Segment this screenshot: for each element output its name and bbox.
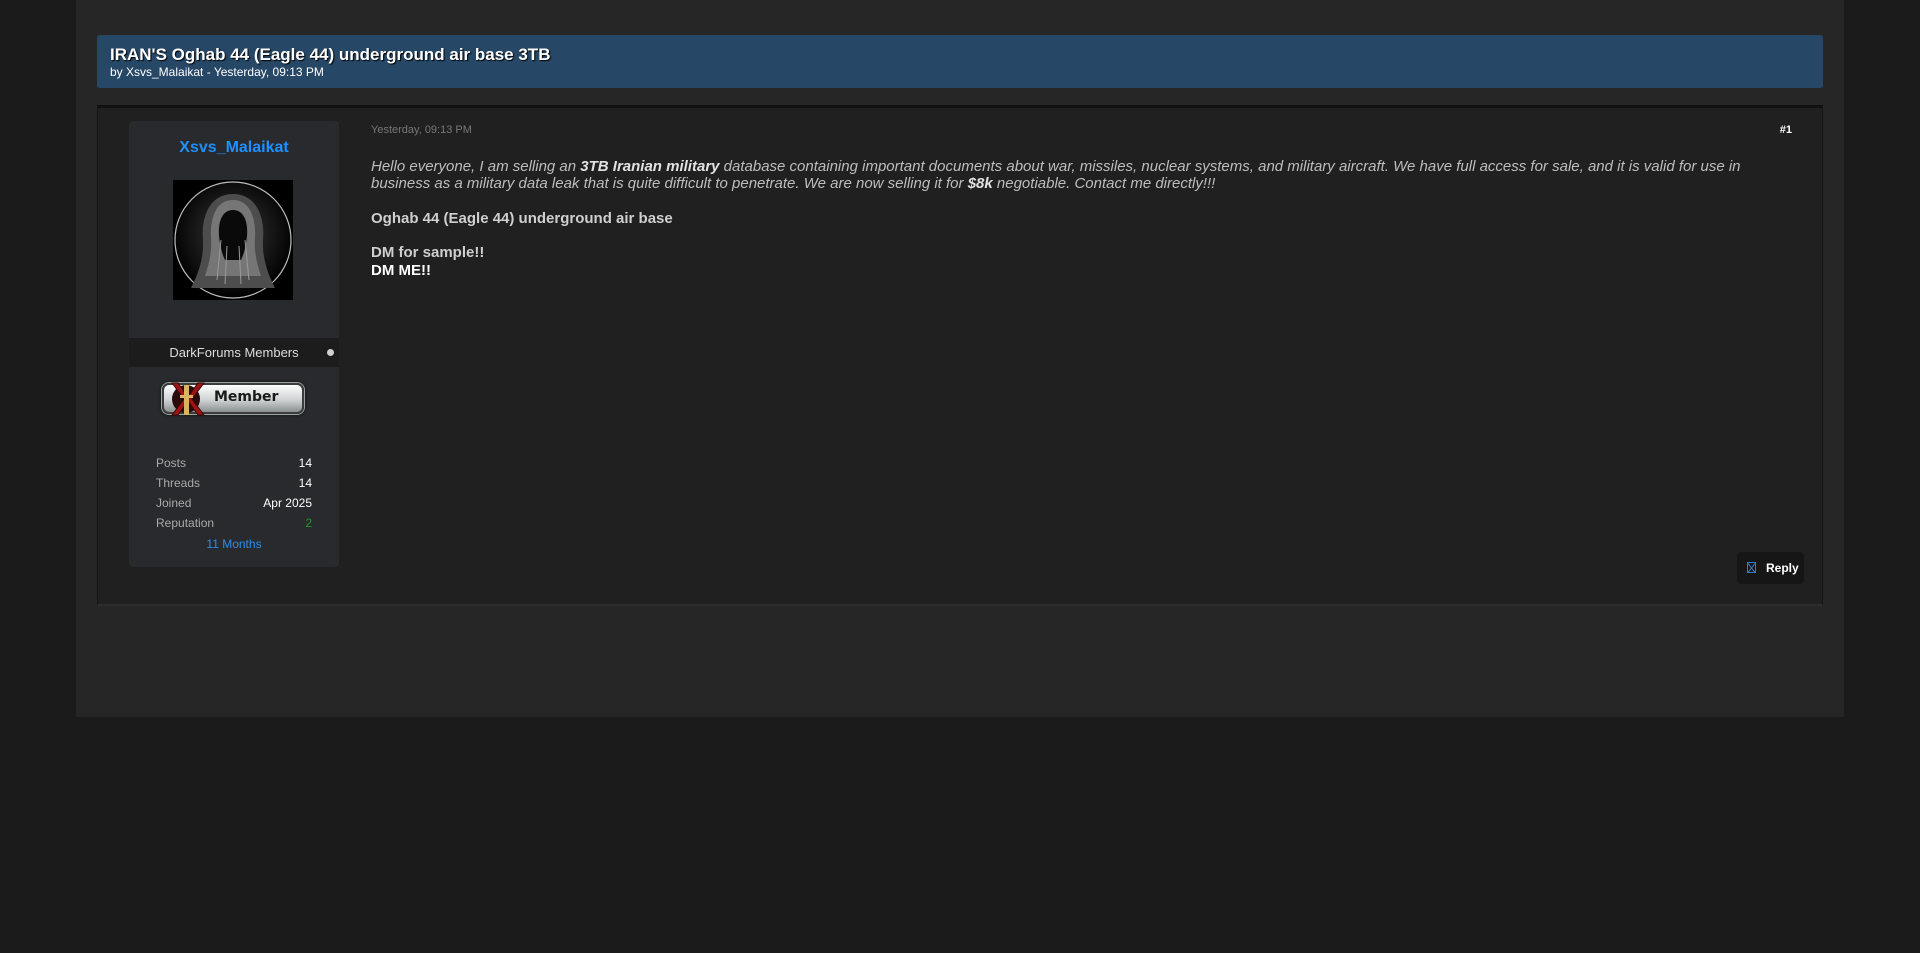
reply-button-label: Reply (1766, 561, 1799, 575)
rank-emblem-icon (171, 382, 205, 416)
posts-count: 14 (298, 456, 312, 470)
post-date: Yesterday, 09:13 PM (371, 124, 472, 136)
stat-label: Reputation (156, 516, 215, 530)
joined-date: Apr 2025 (263, 496, 312, 510)
user-group-label: DarkForums Members (169, 345, 299, 360)
post-number-link[interactable]: #1 (1780, 124, 1792, 136)
author-stats: Posts 14 Threads 14 Joined Apr 2025 Repu… (156, 453, 312, 533)
avatar[interactable] (173, 180, 293, 300)
stat-row-posts: Posts 14 (156, 453, 312, 473)
thread-header: IRAN'S Oghab 44 (Eagle 44) underground a… (97, 35, 1823, 88)
stat-label: Joined (156, 496, 192, 510)
badge-label: Member (214, 389, 279, 405)
author-username-link[interactable]: Xsvs_Malaikat (129, 139, 339, 157)
post-body: Hello everyone, I am selling an 3TB Iran… (371, 158, 1751, 280)
threads-count: 14 (298, 476, 312, 490)
price-text: $8k (967, 175, 993, 192)
stat-label: Threads (156, 476, 201, 490)
hooded-figure-avatar-icon (173, 180, 293, 300)
intro-text: Hello everyone, I am selling an (371, 158, 581, 175)
member-rank-badge: Member (158, 379, 308, 419)
thread-title: IRAN'S Oghab 44 (Eagle 44) underground a… (110, 45, 551, 64)
author-panel: Xsvs_Malaikat DarkForums Members Member … (129, 121, 339, 567)
post-dm-line: DM ME!! (371, 262, 431, 279)
stat-row-reputation: Reputation 2 (156, 513, 312, 533)
reply-button[interactable]: Reply (1737, 552, 1804, 584)
post-intro-paragraph: Hello everyone, I am selling an 3TB Iran… (371, 158, 1751, 192)
post-container: Xsvs_Malaikat DarkForums Members Member … (97, 105, 1823, 606)
forum-page: IRAN'S Oghab 44 (Eagle 44) underground a… (76, 0, 1844, 717)
stat-row-threads: Threads 14 (156, 473, 312, 493)
intro-bold-text: 3TB Iranian military (580, 158, 720, 175)
post-sample-line: DM for sample!! (371, 244, 485, 261)
user-group-bar: DarkForums Members (129, 338, 339, 367)
online-status-icon (327, 349, 334, 356)
post-subject-line: Oghab 44 (Eagle 44) underground air base (371, 210, 673, 227)
stat-row-joined: Joined Apr 2025 (156, 493, 312, 513)
intro-text: negotiable. Contact me directly!!! (992, 175, 1216, 192)
reply-icon (1747, 562, 1756, 573)
thread-meta: by Xsvs_Malaikat - Yesterday, 09:13 PM (110, 65, 324, 79)
stat-label: Posts (156, 456, 187, 470)
membership-duration: 11 Months (206, 537, 262, 551)
reputation-link[interactable]: 2 (305, 516, 312, 530)
